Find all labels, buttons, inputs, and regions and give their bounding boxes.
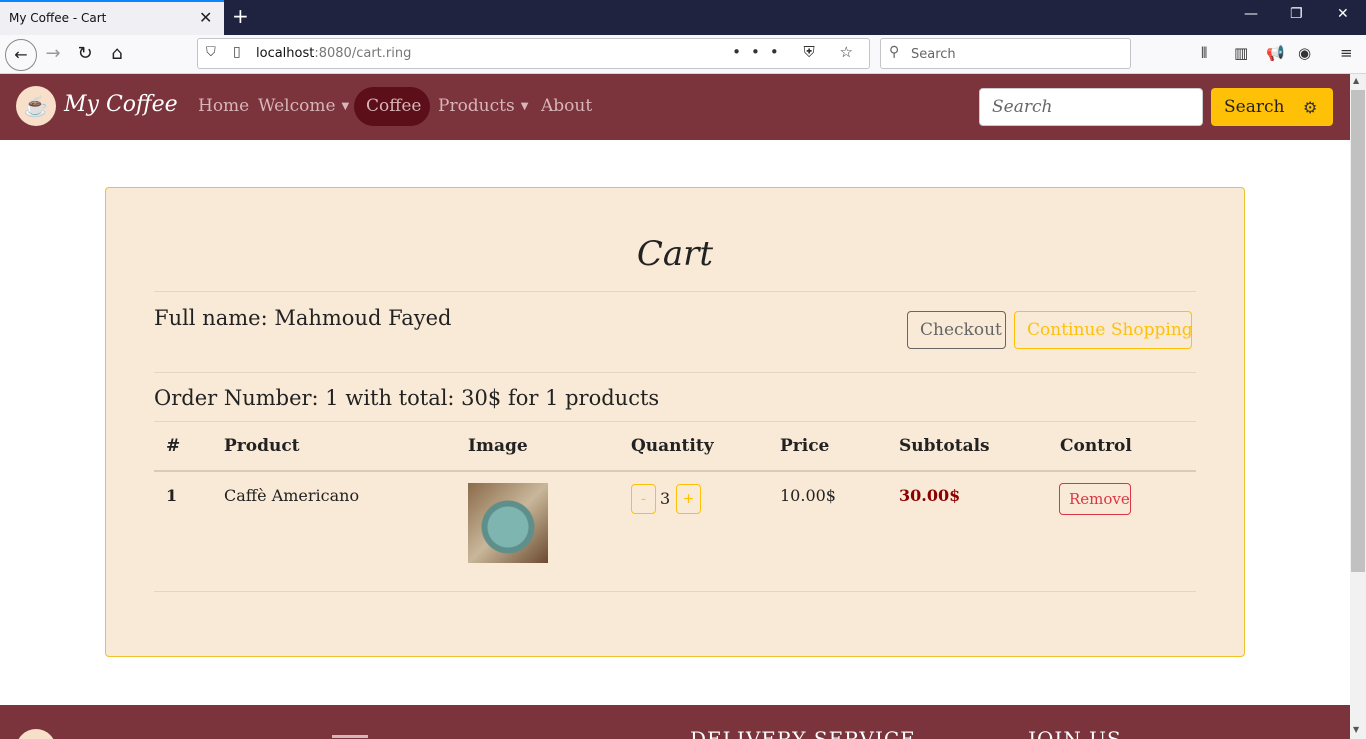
column-header-number: #: [166, 436, 181, 456]
decrease-quantity-button[interactable]: -: [631, 484, 656, 514]
column-header-control: Control: [1060, 436, 1132, 456]
footer-logo: [16, 729, 56, 739]
browser-tab-active[interactable]: My Coffee - Cart ✕: [0, 0, 224, 35]
url-path: :8080/cart.ring: [314, 46, 412, 61]
nav-coffee-label: Coffee: [366, 96, 422, 116]
continue-shopping-button[interactable]: Continue Shopping: [1014, 311, 1193, 349]
browser-search-box[interactable]: ⚲ Search: [880, 38, 1131, 69]
back-arrow-icon[interactable]: ←: [5, 39, 37, 71]
chevron-down-icon: ▼: [341, 101, 350, 112]
page-info-icon[interactable]: ▯: [233, 44, 241, 60]
divider: [154, 372, 1196, 373]
search-button[interactable]: Search ⚙: [1211, 88, 1333, 126]
increase-quantity-button[interactable]: +: [676, 484, 701, 514]
site-navbar: ☕ My Coffee Home Welcome ▼ Coffee Product…: [0, 74, 1350, 140]
coffee-cup-icon[interactable]: ☕: [16, 86, 56, 126]
browser-toolbar: ← → ↻ ⌂ ⛉ ▯ localhost:8080/cart.ring •••…: [0, 35, 1366, 74]
cart-card: Cart Full name: Mahmoud Fayed Checkout C…: [105, 187, 1245, 657]
home-icon[interactable]: ⌂: [102, 40, 132, 68]
footer-divider: [332, 735, 368, 738]
url-bar[interactable]: ⛉ ▯ localhost:8080/cart.ring ••• ⛨ ☆: [197, 38, 870, 69]
unit-price: 10.00$: [780, 486, 836, 505]
close-window-icon[interactable]: ✕: [1337, 6, 1349, 22]
page-title: Cart: [636, 234, 714, 274]
restore-icon[interactable]: ❐: [1290, 6, 1303, 22]
minimize-icon[interactable]: —: [1244, 6, 1258, 22]
sidebar-icon[interactable]: ▥: [1234, 44, 1248, 62]
product-name: Caffè Americano: [224, 486, 360, 505]
order-summary: Order Number: 1 with total: 30$ for 1 pr…: [154, 386, 660, 410]
quantity-value: 3: [660, 489, 671, 508]
checkout-button[interactable]: Checkout: [907, 311, 1006, 349]
nav-products-label: Products: [438, 96, 515, 116]
column-header-image: Image: [468, 436, 528, 456]
scrollbar-thumb[interactable]: [1351, 90, 1365, 572]
url-actions: ••• ⛨ ☆: [732, 43, 863, 61]
table-header-divider: [154, 470, 1196, 472]
url-host: localhost: [256, 46, 315, 61]
search-button-label: Search: [1224, 97, 1285, 117]
site-footer: DELIVERY SERVICE JOIN US: [0, 705, 1350, 739]
remove-button-label: Remove: [1069, 490, 1130, 508]
divider: [154, 291, 1196, 292]
column-header-subtotals: Subtotals: [899, 436, 990, 456]
nav-home[interactable]: Home: [198, 96, 249, 116]
bookmark-star-icon[interactable]: ☆: [840, 43, 863, 61]
continue-shopping-label: Continue Shopping: [1027, 320, 1193, 340]
row-subtotal: 30.00$: [899, 486, 961, 505]
scroll-up-icon[interactable]: ▲: [1353, 76, 1359, 85]
reload-icon[interactable]: ↻: [70, 40, 100, 68]
product-image: [468, 483, 548, 563]
row-number: 1: [166, 486, 178, 505]
nav-welcome-label: Welcome: [258, 96, 336, 116]
scroll-down-icon[interactable]: ▼: [1353, 725, 1359, 734]
customer-full-name: Full name: Mahmoud Fayed: [154, 306, 452, 330]
url-text[interactable]: localhost:8080/cart.ring: [256, 46, 411, 61]
nav-products[interactable]: Products ▼: [438, 96, 528, 116]
footer-heading-join: JOIN US: [1028, 727, 1122, 739]
browser-tab-bar: My Coffee - Cart ✕ + — ❐ ✕: [0, 0, 1366, 35]
nav-about[interactable]: About: [541, 96, 592, 116]
tab-title: My Coffee - Cart: [9, 11, 107, 25]
site-search-field[interactable]: [979, 88, 1203, 126]
checkout-button-label: Checkout: [920, 320, 1002, 340]
column-header-quantity: Quantity: [631, 436, 714, 456]
close-tab-icon[interactable]: ✕: [199, 8, 212, 27]
nav-welcome[interactable]: Welcome ▼: [258, 96, 349, 116]
shield-icon[interactable]: ⛉: [206, 45, 216, 60]
remove-button[interactable]: Remove: [1059, 483, 1131, 515]
account-icon[interactable]: ◉: [1298, 44, 1311, 62]
nav-coffee-active[interactable]: Coffee: [354, 87, 430, 126]
brand-name[interactable]: My Coffee: [64, 92, 178, 117]
menu-icon[interactable]: ≡: [1340, 44, 1353, 62]
more-actions-icon[interactable]: •••: [732, 43, 789, 61]
library-icon[interactable]: ⫴: [1201, 44, 1207, 62]
footer-heading-delivery: DELIVERY SERVICE: [690, 727, 916, 739]
forward-arrow-icon[interactable]: →: [38, 40, 68, 68]
divider: [154, 591, 1196, 592]
megaphone-icon[interactable]: 📢: [1266, 44, 1285, 62]
chevron-down-icon: ▼: [520, 101, 529, 112]
pocket-icon[interactable]: ⛨: [804, 43, 825, 61]
new-tab-icon[interactable]: +: [232, 4, 249, 28]
column-header-price: Price: [780, 436, 830, 456]
gear-icon[interactable]: ⚙: [1303, 98, 1317, 117]
site-search-input[interactable]: [980, 89, 1202, 125]
search-icon: ⚲: [889, 44, 900, 60]
browser-search-placeholder: Search: [911, 47, 956, 62]
column-header-product: Product: [224, 436, 300, 456]
divider: [154, 421, 1196, 422]
